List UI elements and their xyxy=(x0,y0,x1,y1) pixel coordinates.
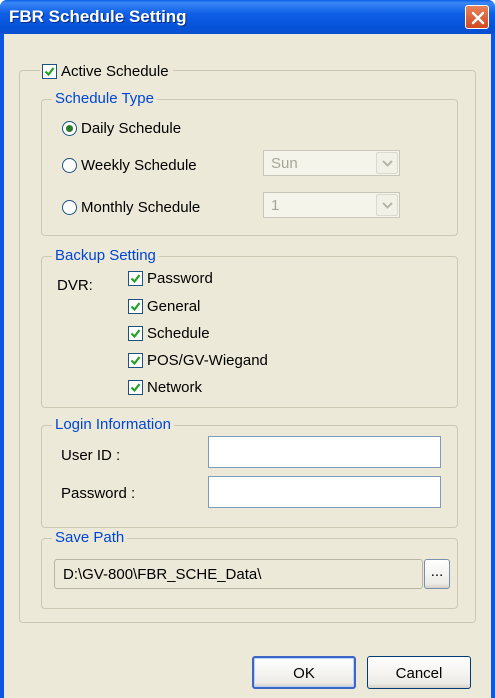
chevron-down-icon xyxy=(382,202,393,209)
backup-setting-legend: Backup Setting xyxy=(52,247,159,264)
backup-general-checkbox[interactable]: General xyxy=(128,298,200,315)
window-title: FBR Schedule Setting xyxy=(9,7,187,26)
backup-password-label: Password xyxy=(147,270,213,287)
checkmark-icon xyxy=(44,66,55,76)
weekly-schedule-label: Weekly Schedule xyxy=(81,157,197,174)
user-id-label: User ID : xyxy=(61,447,121,464)
checkbox-box[interactable] xyxy=(42,63,57,79)
checkbox-box[interactable] xyxy=(128,380,143,395)
weekday-select[interactable]: Sun xyxy=(263,150,400,176)
checkbox-box[interactable] xyxy=(128,326,143,341)
daily-schedule-label: Daily Schedule xyxy=(81,120,182,137)
close-icon xyxy=(471,11,485,25)
browse-button-label: ... xyxy=(430,563,444,580)
checkbox-box[interactable] xyxy=(128,353,143,368)
backup-setting-group: Backup Setting xyxy=(41,247,458,408)
checkmark-icon xyxy=(130,356,141,366)
backup-schedule-checkbox[interactable]: Schedule xyxy=(128,325,210,342)
dvr-label: DVR: xyxy=(57,277,93,294)
checkbox-box[interactable] xyxy=(128,299,143,314)
ok-button-label: OK xyxy=(293,665,315,682)
title-bar[interactable]: FBR Schedule Setting xyxy=(0,0,495,34)
backup-general-label: General xyxy=(147,298,201,315)
monthly-schedule-radio[interactable]: Monthly Schedule xyxy=(62,199,200,216)
dialog-body: Active Schedule Schedule Type Daily Sche… xyxy=(4,34,491,698)
backup-password-checkbox[interactable]: Password xyxy=(128,270,213,287)
login-information-legend: Login Information xyxy=(52,416,174,433)
weekday-dropdown-button[interactable] xyxy=(376,152,398,174)
checkmark-icon xyxy=(130,329,141,339)
weekly-schedule-radio[interactable]: Weekly Schedule xyxy=(62,157,197,174)
save-path-legend: Save Path xyxy=(52,529,128,546)
backup-network-label: Network xyxy=(147,379,203,396)
month-day-value: 1 xyxy=(271,197,280,214)
month-day-select[interactable]: 1 xyxy=(263,192,400,218)
active-schedule-label: Active Schedule xyxy=(61,62,169,80)
save-path-value: D:\GV-800\FBR_SCHE_Data\ xyxy=(63,566,262,583)
schedule-type-legend: Schedule Type xyxy=(52,90,157,107)
backup-network-checkbox[interactable]: Network xyxy=(128,379,202,396)
password-input[interactable] xyxy=(208,476,441,508)
user-id-input[interactable] xyxy=(208,436,441,468)
checkbox-box[interactable] xyxy=(128,271,143,286)
monthly-schedule-label: Monthly Schedule xyxy=(81,199,201,216)
checkmark-icon xyxy=(130,302,141,312)
save-path-field: D:\GV-800\FBR_SCHE_Data\ xyxy=(54,559,423,589)
radio-button[interactable] xyxy=(62,121,77,136)
radio-button[interactable] xyxy=(62,200,77,215)
password-label: Password : xyxy=(61,485,136,502)
active-schedule-checkbox[interactable]: Active Schedule xyxy=(40,61,173,81)
radio-button[interactable] xyxy=(62,158,77,173)
cancel-button-label: Cancel xyxy=(395,665,443,682)
close-button[interactable] xyxy=(465,5,489,29)
backup-pos-gv-wiegand-checkbox[interactable]: POS/GV-Wiegand xyxy=(128,352,268,369)
daily-schedule-radio[interactable]: Daily Schedule xyxy=(62,120,181,137)
weekday-value: Sun xyxy=(271,155,298,172)
backup-schedule-label: Schedule xyxy=(147,325,210,342)
browse-button[interactable]: ... xyxy=(424,559,450,589)
backup-pos-gv-wiegand-label: POS/GV-Wiegand xyxy=(147,352,268,369)
ok-button[interactable]: OK xyxy=(252,656,356,689)
cancel-button[interactable]: Cancel xyxy=(367,656,471,689)
checkmark-icon xyxy=(130,274,141,284)
checkmark-icon xyxy=(130,383,141,393)
dialog-window: FBR Schedule Setting Active Schedule Sch… xyxy=(0,0,495,698)
month-day-dropdown-button[interactable] xyxy=(376,194,398,216)
chevron-down-icon xyxy=(382,160,393,167)
